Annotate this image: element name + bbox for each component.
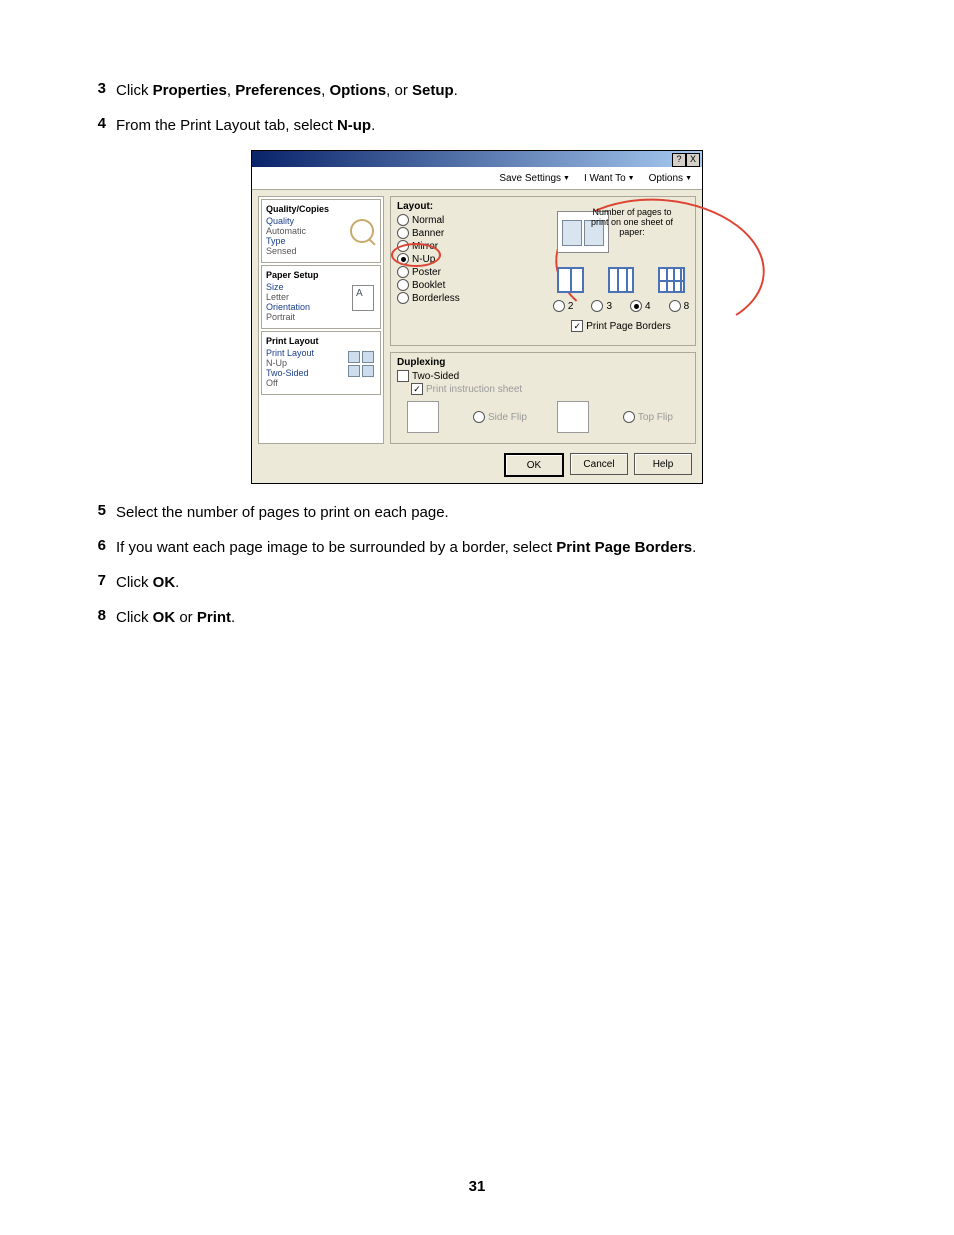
print-preferences-dialog: ? X Save Settings▼ I Want To▼ Options▼ Q… <box>251 150 703 484</box>
radio-nup-8[interactable]: 8 <box>669 300 690 312</box>
i-want-to-menu[interactable]: I Want To▼ <box>584 173 635 184</box>
radio-banner[interactable]: Banner <box>397 227 479 239</box>
checkbox-instruction-sheet[interactable]: Print instruction sheet <box>397 383 689 395</box>
step-num-6: 6 <box>80 537 106 554</box>
sidebar-quality-copies[interactable]: Quality/Copies Quality Automatic Type Se… <box>261 199 381 263</box>
nup-icon-3 <box>608 267 635 293</box>
duplex-side-icon <box>407 401 439 433</box>
duplex-group: Duplexing Two-Sided Print instruction sh… <box>390 352 696 444</box>
radio-booklet[interactable]: Booklet <box>397 279 479 291</box>
layout-group: Layout: Normal Banner Mirror N-Up Poster… <box>390 196 696 346</box>
ok-button[interactable]: OK <box>504 453 564 477</box>
sidebar-paper-setup[interactable]: Paper Setup Size Letter Orientation Port… <box>261 265 381 329</box>
options-menu[interactable]: Options▼ <box>649 173 692 184</box>
layout-title: Layout: <box>397 201 479 212</box>
magnifier-icon <box>352 219 376 243</box>
nup-caption: Number of pages to print on one sheet of… <box>589 207 675 237</box>
step-3: Click Properties, Preferences, Options, … <box>116 80 874 101</box>
sidebar: Quality/Copies Quality Automatic Type Se… <box>258 196 384 444</box>
radio-side-flip[interactable]: Side Flip <box>473 411 527 423</box>
step-num-3: 3 <box>80 80 106 97</box>
thumbs-icon <box>352 351 376 375</box>
duplex-top-icon <box>557 401 589 433</box>
radio-top-flip[interactable]: Top Flip <box>623 411 673 423</box>
nup-icon-8 <box>658 267 685 293</box>
radio-poster[interactable]: Poster <box>397 266 479 278</box>
page-number: 31 <box>0 1178 954 1195</box>
radio-nup-3[interactable]: 3 <box>591 300 612 312</box>
page-icon <box>352 285 376 309</box>
radio-mirror[interactable]: Mirror <box>397 240 479 252</box>
radio-nup-2[interactable]: 2 <box>553 300 574 312</box>
checkbox-two-sided[interactable]: Two-Sided <box>397 370 689 382</box>
nup-icon-2 <box>557 267 584 293</box>
sidebar-print-layout[interactable]: Print Layout Print Layout N-Up Two-Sided… <box>261 331 381 395</box>
step-num-7: 7 <box>80 572 106 589</box>
help-button[interactable]: ? <box>672 153 686 167</box>
step-num-4: 4 <box>80 115 106 132</box>
step-6: If you want each page image to be surrou… <box>116 537 874 558</box>
radio-nup[interactable]: N-Up <box>397 253 479 265</box>
step-num-8: 8 <box>80 607 106 624</box>
step-num-5: 5 <box>80 502 106 519</box>
radio-nup-4[interactable]: 4 <box>630 300 651 312</box>
duplex-title: Duplexing <box>397 357 689 368</box>
dialog-help-button[interactable]: Help <box>634 453 692 475</box>
step-4: From the Print Layout tab, select N-up. <box>116 115 874 136</box>
step-7: Click OK. <box>116 572 874 593</box>
top-menubar: Save Settings▼ I Want To▼ Options▼ <box>252 167 702 190</box>
save-settings-menu[interactable]: Save Settings▼ <box>499 173 570 184</box>
radio-borderless[interactable]: Borderless <box>397 292 479 304</box>
radio-normal[interactable]: Normal <box>397 214 479 226</box>
cancel-button[interactable]: Cancel <box>570 453 628 475</box>
close-button[interactable]: X <box>686 153 700 167</box>
titlebar: ? X <box>252 151 702 167</box>
step-5: Select the number of pages to print on e… <box>116 502 874 523</box>
checkbox-print-page-borders[interactable]: Print Page Borders <box>557 320 685 332</box>
step-8: Click OK or Print. <box>116 607 874 628</box>
